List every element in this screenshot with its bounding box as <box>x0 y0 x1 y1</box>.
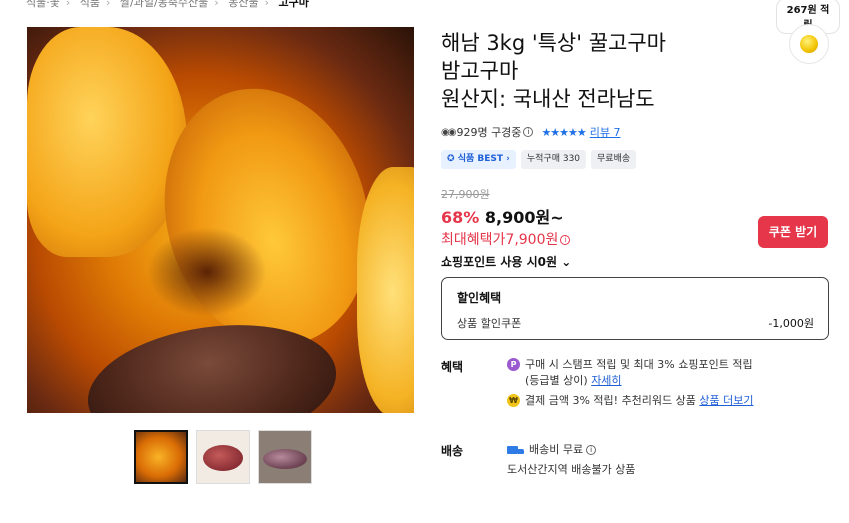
discount-box: 할인혜택 상품 할인쿠폰 -1,000원 <box>441 277 829 340</box>
breadcrumb: 식물·꽃 › 식품 › 쌀/과일/농축수산물 › 농산물 › 고구마 <box>26 0 309 10</box>
thumbnail-3[interactable] <box>258 430 312 484</box>
breadcrumb-item[interactable]: 농산물 <box>228 0 258 9</box>
shipping-fee: 배송비 무료 <box>529 443 584 456</box>
best-badge[interactable]: ✪ 식품 BEST › <box>441 150 516 169</box>
discount-label: 상품 할인쿠폰 <box>457 317 522 330</box>
product-title: 해남 3kg '특상' 꿀고구마 밤고구마 원산지: 국내산 전라남도 <box>441 29 761 113</box>
shipping-label: 배송 <box>441 444 464 458</box>
eyes-icon: ◉◉ <box>441 126 457 138</box>
chevron-down-icon: ⌄ <box>561 255 572 269</box>
cumulative-badge: 누적구매 330 <box>520 150 587 169</box>
coupon-button[interactable]: 쿠폰 받기 <box>758 216 828 248</box>
title-line: 밤고구마 <box>441 59 519 83</box>
info-icon[interactable]: i <box>586 445 597 455</box>
product-main-image[interactable] <box>27 27 414 413</box>
discount-rate: 68% <box>441 208 480 227</box>
breadcrumb-item[interactable]: 쌀/과일/농축수산물 <box>120 0 208 9</box>
benefit-line: 구매 시 스탬프 적립 및 최대 3% 쇼핑포인트 적립 <box>525 358 753 371</box>
breadcrumb-item[interactable]: 식물·꽃 <box>26 0 60 9</box>
sale-price: 8,900원~ <box>484 208 564 227</box>
discount-heading: 할인혜택 <box>457 291 502 305</box>
benefit-line: 결제 금액 3% 적립! 추천리워드 상품 <box>525 394 696 407</box>
thumbnail-1[interactable] <box>134 430 188 484</box>
max-benefit-value: 7,900원 <box>505 232 559 248</box>
max-benefit-label: 최대혜택가 <box>441 232 506 248</box>
title-line: 원산지: 국내산 전라남도 <box>441 87 655 111</box>
truck-icon <box>507 445 524 456</box>
won-icon: ₩ <box>507 394 520 407</box>
benefits-label: 혜택 <box>441 360 464 374</box>
max-benefit-price: 최대혜택가7,900원 i <box>441 229 571 249</box>
breadcrumb-current[interactable]: 고구마 <box>278 0 308 9</box>
benefit-note: (등급별 상이) <box>525 374 588 387</box>
review-link[interactable]: 리뷰 7 <box>590 124 621 140</box>
discount-amount: -1,000원 <box>768 317 814 330</box>
badge-row: ✪ 식품 BEST › 누적구매 330 무료배송 <box>441 150 637 169</box>
shipping-note: 도서산간지역 배송불가 상품 <box>507 463 636 476</box>
reward-widget[interactable]: 267원 적립 <box>776 0 840 64</box>
coin-icon[interactable] <box>789 24 829 64</box>
point-icon: P <box>507 358 520 371</box>
details-link[interactable]: 자세히 <box>591 374 621 387</box>
more-products-link[interactable]: 상품 더보기 <box>699 394 753 407</box>
product-meta: ◉◉ 929명 구경중 i ★★★★★ 리뷰 7 <box>441 124 621 140</box>
rating-stars: ★★★★★ <box>541 125 586 139</box>
title-line: 해남 3kg '특상' 꿀고구마 <box>441 31 666 55</box>
benefits-list: P 구매 시 스탬프 적립 및 최대 3% 쇼핑포인트 적립 (등급별 상이) … <box>507 357 754 409</box>
shopping-points-dropdown[interactable]: 쇼핑포인트 사용 시0원 ⌄ <box>441 253 571 270</box>
price-row: 68% 8,900원~ <box>441 204 564 228</box>
thumbnail-2[interactable] <box>196 430 250 484</box>
thumbnail-list <box>134 430 312 484</box>
shopping-points-label: 쇼핑포인트 사용 시0원 <box>441 255 558 269</box>
free-shipping-badge: 무료배송 <box>591 150 637 169</box>
breadcrumb-item[interactable]: 식품 <box>80 0 100 9</box>
info-icon[interactable]: i <box>523 127 534 137</box>
viewer-count: 929명 구경중 <box>456 126 522 139</box>
info-icon[interactable]: i <box>560 235 571 245</box>
shipping-info: 배송비 무료 i 도서산간지역 배송불가 상품 <box>507 440 635 480</box>
original-price: 27,900원 <box>441 188 490 201</box>
